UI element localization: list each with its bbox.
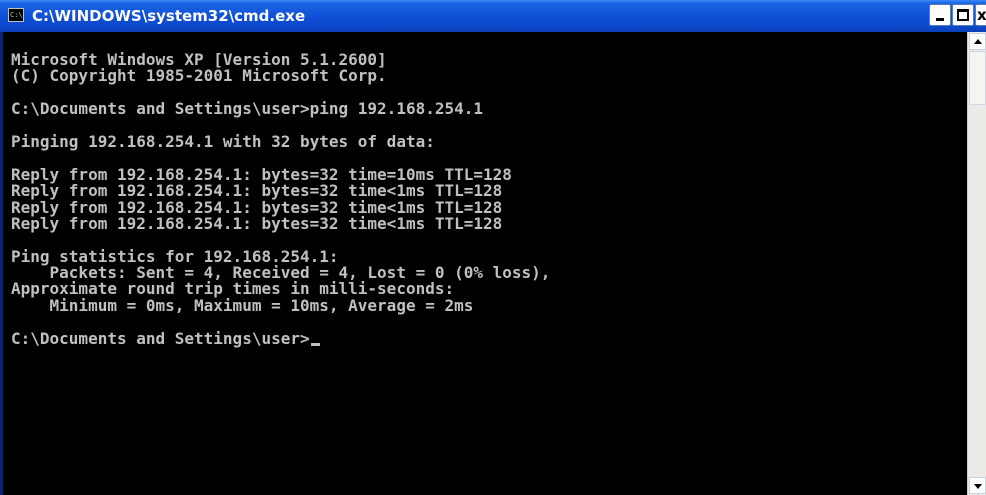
scroll-up-button[interactable]: [969, 33, 986, 50]
scroll-down-arrow-icon: [974, 484, 982, 489]
close-icon: x: [977, 6, 986, 24]
console-prompt-line: C:\Documents and Settings\user>: [11, 330, 550, 347]
scroll-thumb[interactable]: [969, 51, 986, 105]
console-line: C:\Documents and Settings\user>ping 192.…: [11, 99, 484, 119]
console-line: Reply from 192.168.254.1: bytes=32 time<…: [11, 213, 503, 233]
minimize-button[interactable]: [929, 4, 951, 26]
cmd-icon[interactable]: C:\: [8, 8, 24, 22]
title-bar[interactable]: C:\ C:\WINDOWS\system32\cmd.exe x: [0, 0, 986, 32]
text-cursor: [310, 342, 320, 346]
window-title: C:\WINDOWS\system32\cmd.exe: [32, 7, 306, 25]
console-text: Microsoft Windows XP [Version 5.1.2600](…: [11, 51, 550, 347]
console-line: Minimum = 0ms, Maximum = 10ms, Average =…: [11, 295, 474, 315]
vertical-scrollbar[interactable]: [967, 32, 986, 495]
console-line: (C) Copyright 1985-2001 Microsoft Corp.: [11, 66, 387, 86]
maximize-icon: [957, 9, 969, 21]
scroll-down-button[interactable]: [969, 477, 986, 494]
minimize-icon: [936, 18, 944, 21]
console-output-area[interactable]: Microsoft Windows XP [Version 5.1.2600](…: [3, 32, 967, 495]
cmd-window: C:\ C:\WINDOWS\system32\cmd.exe x Micros…: [0, 0, 986, 495]
console-line: Pinging 192.168.254.1 with 32 bytes of d…: [11, 131, 435, 151]
maximize-button[interactable]: [952, 4, 974, 26]
close-button[interactable]: x: [975, 4, 986, 26]
scroll-up-arrow-icon: [974, 39, 982, 44]
